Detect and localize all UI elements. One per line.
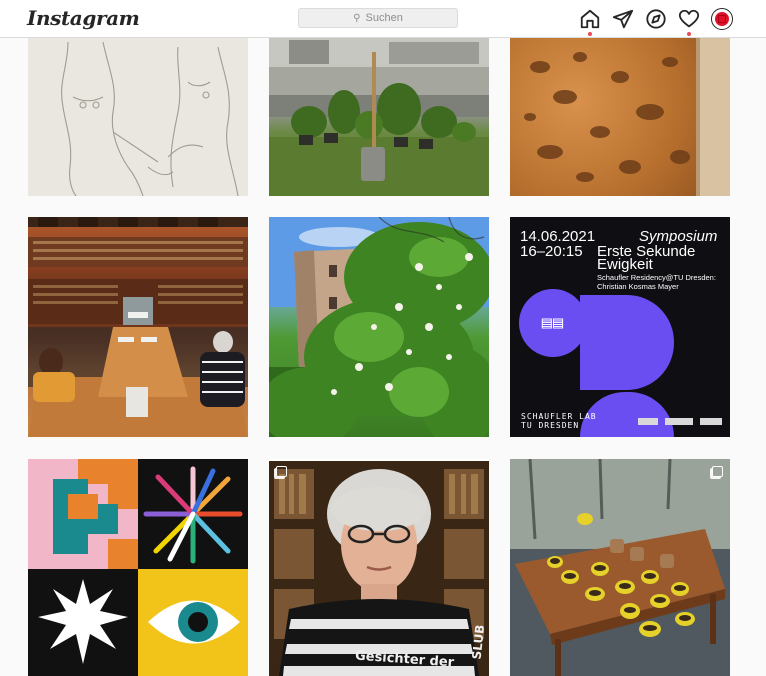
explore-icon[interactable] [645, 8, 667, 30]
sponsor-logos [638, 418, 658, 425]
search-input[interactable]: ⚲ Suchen [298, 8, 458, 28]
multi-image-icon [276, 466, 287, 477]
table-photo [510, 459, 730, 676]
portrait-photo [269, 459, 489, 676]
activity-notification-dot [687, 32, 691, 36]
colorful-graphic-post[interactable] [28, 459, 248, 676]
symposium-sub-1: Schaufler Residency@TU Dresden: [597, 273, 716, 282]
instagram-logo[interactable]: Instagram [27, 6, 140, 30]
search-icon: ⚲ [353, 12, 361, 24]
activity-heart-icon[interactable] [678, 8, 700, 30]
sponsor-logos-3 [700, 418, 722, 425]
building-blossoms-post[interactable] [269, 217, 489, 437]
symposium-label: Symposium [639, 228, 718, 245]
top-nav-bar: Instagram ⚲ Suchen [0, 0, 766, 38]
schaufler-lab-logo: ▤▤ [519, 289, 587, 357]
home-notification-dot [588, 32, 592, 36]
colorful-graphic [28, 459, 248, 676]
symposium-headline-2: Ewigkeit [597, 256, 653, 273]
schaufler-lab-logo-mark: ▤▤ [541, 313, 565, 333]
sketch-drawing [61, 41, 239, 196]
symposium-time: 16–20:15 [520, 243, 583, 260]
portrait-woman-post[interactable]: Gesichter der SLUB [269, 459, 489, 676]
search-placeholder: Suchen [365, 12, 403, 24]
symposium-footer-2: TU DRESDEN [521, 421, 580, 430]
symposium-poster-post[interactable]: 14.06.2021 16–20:15 Symposium Erste Seku… [510, 217, 730, 437]
multi-image-icon [712, 466, 723, 477]
sponsor-logos-2 [665, 418, 693, 425]
library-photo [28, 217, 248, 437]
sketch-figures-post[interactable] [28, 37, 248, 196]
building-photo [269, 217, 489, 437]
stone-photo [524, 37, 730, 196]
garden-plants-post[interactable] [269, 37, 489, 196]
purple-blob-shape [580, 295, 674, 390]
porous-stone-post[interactable] [510, 37, 730, 196]
symposium-date: 14.06.2021 [520, 228, 596, 245]
home-icon[interactable] [579, 8, 601, 30]
garden-photo [269, 37, 489, 196]
post-grid: 14.06.2021 16–20:15 Symposium Erste Seku… [0, 0, 766, 676]
symposium-footer-1: SCHAUFLER LAB [521, 412, 597, 421]
library-reading-room-post[interactable] [28, 217, 248, 437]
plants-on-table-post[interactable] [510, 459, 730, 676]
symposium-sub-2: Christian Kosmas Mayer [597, 282, 679, 291]
direct-message-icon[interactable] [612, 8, 634, 30]
profile-avatar-icon[interactable] [711, 8, 733, 30]
profile-avatar-image [715, 12, 729, 26]
